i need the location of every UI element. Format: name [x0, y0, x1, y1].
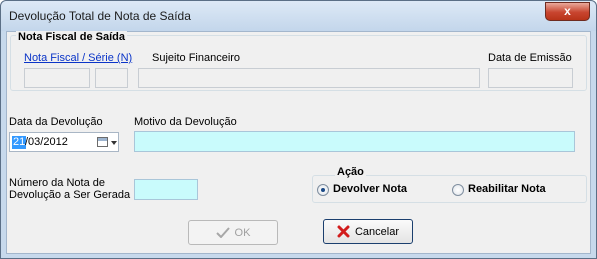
reabilitar-nota-label[interactable]: Reabilitar Nota — [468, 183, 546, 195]
data-devolucao-picker[interactable]: 21 /03/2012 — [9, 132, 119, 152]
serie-field[interactable] — [95, 68, 128, 88]
data-devolucao-label: Data da Devolução — [9, 116, 103, 128]
reabilitar-nota-radio[interactable] — [452, 184, 464, 196]
acao-group-title: Ação — [335, 166, 366, 178]
cancel-button[interactable]: Cancelar — [323, 219, 413, 244]
window-title: Devolução Total de Nota de Saída — [9, 9, 191, 23]
data-emissao-field[interactable] — [488, 68, 573, 88]
ok-button-label: OK — [234, 226, 251, 239]
nota-fiscal-group-title: Nota Fiscal de Saída — [16, 31, 127, 43]
numero-nota-label-line2: Devolução a Ser Gerada — [9, 189, 131, 201]
nota-fiscal-field[interactable] — [24, 68, 90, 88]
motivo-devolucao-label: Motivo da Devolução — [134, 116, 237, 128]
ok-button[interactable]: OK — [188, 220, 278, 245]
sujeito-financeiro-field[interactable] — [138, 68, 480, 88]
motivo-devolucao-field[interactable] — [134, 131, 575, 152]
devolver-nota-label[interactable]: Devolver Nota — [333, 183, 407, 195]
check-icon — [215, 227, 230, 238]
title-bar[interactable]: Devolução Total de Nota de Saída x — [1, 1, 596, 31]
cancel-button-label: Cancelar — [354, 225, 400, 238]
dialog-window: Devolução Total de Nota de Saída x Nota … — [0, 0, 597, 259]
dialog-client-area: Nota Fiscal de Saída Nota Fiscal / Série… — [6, 31, 591, 254]
numero-nota-field[interactable] — [134, 179, 198, 200]
nota-fiscal-serie-link[interactable]: Nota Fiscal / Série (N) — [24, 52, 132, 64]
sujeito-financeiro-label: Sujeito Financeiro — [152, 52, 241, 64]
chevron-down-icon[interactable] — [111, 141, 117, 145]
close-button[interactable]: x — [545, 2, 590, 21]
red-x-icon — [337, 225, 350, 238]
devolver-nota-radio[interactable] — [317, 184, 329, 196]
data-devolucao-rest: /03/2012 — [25, 136, 68, 148]
numero-nota-label-line1: Número da Nota de — [9, 177, 105, 189]
calendar-icon[interactable] — [97, 137, 108, 147]
numero-nota-label: Número da Nota de Devolução a Ser Gerada — [9, 177, 130, 201]
data-emissao-label: Data de Emissão — [488, 52, 572, 64]
